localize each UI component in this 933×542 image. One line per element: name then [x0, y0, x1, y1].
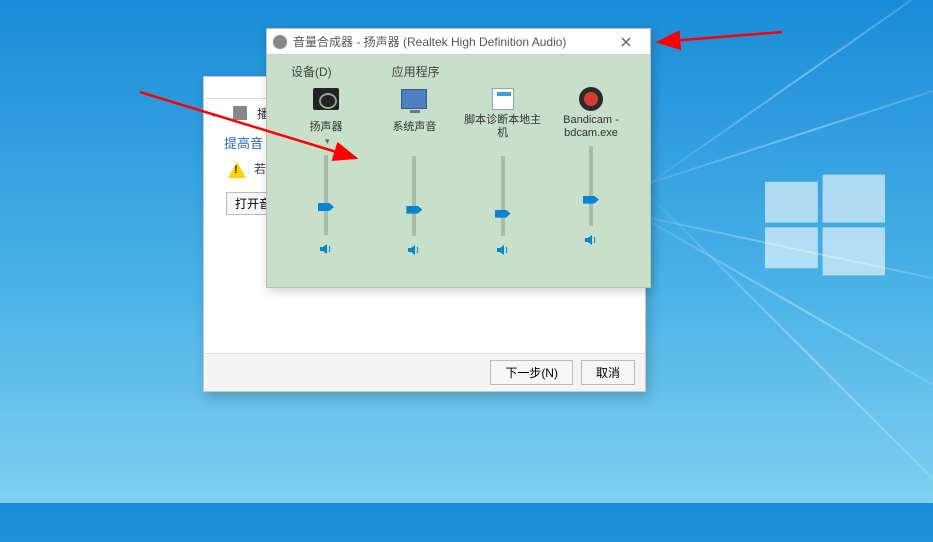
windows-logo-icon [765, 165, 885, 285]
volume-slider[interactable] [501, 156, 505, 236]
mute-toggle-icon[interactable] [318, 241, 334, 257]
device-caret-icon[interactable]: ▾ [325, 136, 330, 147]
column-label: 系统声音 [392, 114, 436, 140]
column-label: Bandicam - bdcam.exe [552, 114, 630, 140]
bandicam-icon[interactable] [579, 87, 603, 111]
heading-device: 设备(D) [291, 63, 332, 80]
close-button[interactable] [606, 29, 646, 54]
slider-thumb[interactable] [406, 206, 422, 214]
slider-thumb[interactable] [318, 203, 334, 211]
volume-slider[interactable] [324, 155, 328, 235]
mute-toggle-icon[interactable] [406, 242, 422, 258]
mixer-app-icon [273, 35, 287, 49]
system-sounds-icon[interactable] [401, 89, 427, 109]
mixer-titlebar: 音量合成器 - 扬声器 (Realtek High Definition Aud… [267, 29, 650, 55]
mixer-headings: 设备(D) 应用程序 [281, 63, 636, 80]
mixer-title: 音量合成器 - 扬声器 (Realtek High Definition Aud… [293, 33, 600, 50]
mixer-column: 系统声音 [375, 84, 453, 258]
mixer-column: 脚本诊断本地主机 [464, 84, 542, 258]
close-icon [621, 37, 631, 47]
mixer-columns: 扬声器 ▾ 系统声音 脚本诊断本地主机 Bandica [281, 84, 636, 258]
breadcrumb-icon [233, 106, 247, 120]
volume-slider[interactable] [412, 156, 416, 236]
mixer-column: Bandicam - bdcam.exe [552, 84, 630, 258]
mute-toggle-icon[interactable] [583, 232, 599, 248]
warning-text: 若 [254, 160, 266, 177]
script-host-icon[interactable] [492, 88, 514, 110]
slider-thumb[interactable] [583, 196, 599, 204]
back-arrow-icon[interactable]: ← [210, 106, 223, 121]
settings-footer: 下一步(N) 取消 [204, 353, 645, 391]
mute-toggle-icon[interactable] [495, 242, 511, 258]
volume-mixer-window: 音量合成器 - 扬声器 (Realtek High Definition Aud… [266, 28, 651, 288]
heading-apps: 应用程序 [392, 63, 440, 80]
cancel-button[interactable]: 取消 [581, 360, 635, 385]
warning-icon [228, 162, 246, 178]
next-button[interactable]: 下一步(N) [490, 360, 573, 385]
mixer-column: 扬声器 ▾ [287, 84, 365, 258]
column-label: 脚本诊断本地主机 [464, 114, 542, 140]
speaker-device-icon[interactable] [313, 88, 339, 110]
volume-slider[interactable] [589, 146, 593, 226]
slider-thumb[interactable] [495, 210, 511, 218]
